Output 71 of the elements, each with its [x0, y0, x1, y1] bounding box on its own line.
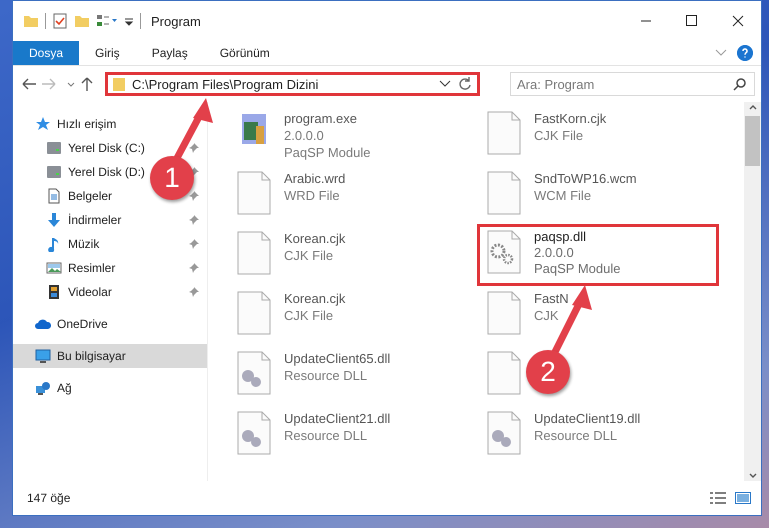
file-detail: WCM File — [534, 187, 592, 204]
pin-icon[interactable] — [189, 215, 199, 225]
item-count: 147 öğe — [27, 491, 70, 505]
ribbon-tab[interactable]: Görünüm — [204, 41, 286, 65]
folder-icon — [112, 76, 126, 92]
details-view-icon[interactable] — [709, 491, 727, 505]
sidebar-item[interactable]: Hızlı erişim — [13, 112, 207, 136]
image-icon — [46, 260, 62, 276]
refresh-icon[interactable] — [457, 76, 473, 92]
file-name[interactable]: UpdateClient21.dll — [284, 410, 390, 427]
file-detail: Resource DLL — [284, 427, 368, 444]
file-name[interactable]: Korean.cjk — [284, 230, 346, 247]
window-title: Program — [151, 14, 201, 28]
file-detail: PaqSP Module — [284, 144, 370, 161]
sidebar-item[interactable]: Ağ — [13, 376, 207, 400]
pin-icon[interactable] — [189, 287, 199, 297]
sidebar-item[interactable]: Müzik — [68, 237, 100, 251]
sidebar-item[interactable]: İndirmeler — [68, 213, 122, 227]
address-field[interactable]: C:\Program Files\Program Dizini — [105, 72, 480, 96]
sidebar-item[interactable]: Resimler — [68, 261, 116, 275]
drive-icon — [46, 140, 62, 156]
download-icon — [46, 212, 62, 228]
network-icon — [35, 380, 51, 396]
sidebar-item[interactable]: Bu bilgisayar — [13, 344, 207, 368]
properties-icon[interactable] — [96, 13, 118, 29]
scrollbar-thumb[interactable] — [745, 116, 760, 166]
file-detail: 2.0.0.0 — [284, 127, 325, 144]
file-name[interactable]: SndToWP16.wcm — [534, 170, 637, 187]
pin-icon[interactable] — [189, 239, 199, 249]
file-name[interactable]: paqsp.dll — [534, 229, 620, 245]
ribbon-tab[interactable]: Dosya — [13, 41, 80, 65]
file-detail: 2.0.0.0 — [534, 245, 575, 261]
maximize-icon[interactable] — [686, 15, 698, 27]
file-detail: CJK — [534, 307, 560, 324]
file-name[interactable]: FastKorn.cjk — [534, 110, 606, 127]
close-icon[interactable] — [732, 15, 744, 27]
pin-icon[interactable] — [189, 263, 199, 273]
drive-icon — [46, 164, 62, 180]
file-detail: PaqSP Module — [534, 261, 620, 277]
large-icons-view-icon[interactable] — [735, 491, 751, 505]
file-name[interactable]: FastN — [534, 290, 569, 307]
ribbon-tab[interactable]: Paylaş — [136, 41, 204, 65]
sidebar-item[interactable]: Belgeler — [68, 189, 112, 203]
sidebar-item[interactable]: Videolar — [68, 285, 112, 299]
file-detail: CJK File — [284, 307, 334, 324]
star-icon — [35, 116, 51, 132]
chevron-down-icon[interactable] — [439, 80, 451, 88]
monitor-icon — [35, 348, 51, 364]
file-detail: Resource DLL — [534, 427, 618, 444]
sidebar-item[interactable]: Yerel Disk (D:) — [68, 165, 145, 179]
search-icon — [733, 77, 747, 91]
file-name[interactable]: Arabic.wrd — [284, 170, 346, 187]
file-detail: CJK File — [284, 247, 334, 264]
film-icon — [46, 284, 62, 300]
ribbon-tab[interactable]: Giriş — [79, 41, 136, 65]
minimize-icon[interactable] — [640, 20, 652, 22]
pin-icon[interactable] — [189, 143, 199, 153]
file-name[interactable]: UpdateClient65.dll — [284, 350, 390, 367]
search-field[interactable]: Ara: Program — [510, 72, 755, 96]
doc-icon — [46, 188, 62, 204]
file-detail: CJK File — [534, 127, 584, 144]
file-name[interactable]: program.exe — [284, 110, 370, 127]
file-detail: Resource DLL — [284, 367, 368, 384]
file-detail: WRD File — [284, 187, 341, 204]
checklist-icon[interactable] — [52, 13, 68, 29]
file-name[interactable]: UpdateClient19.dll — [534, 410, 640, 427]
sidebar-item[interactable]: OneDrive — [13, 312, 207, 336]
pin-icon[interactable] — [189, 191, 199, 201]
sidebar-item[interactable]: Yerel Disk (C:) — [68, 141, 145, 155]
help-icon[interactable] — [737, 45, 753, 61]
file-name[interactable]: Korean.cjk — [284, 290, 346, 307]
